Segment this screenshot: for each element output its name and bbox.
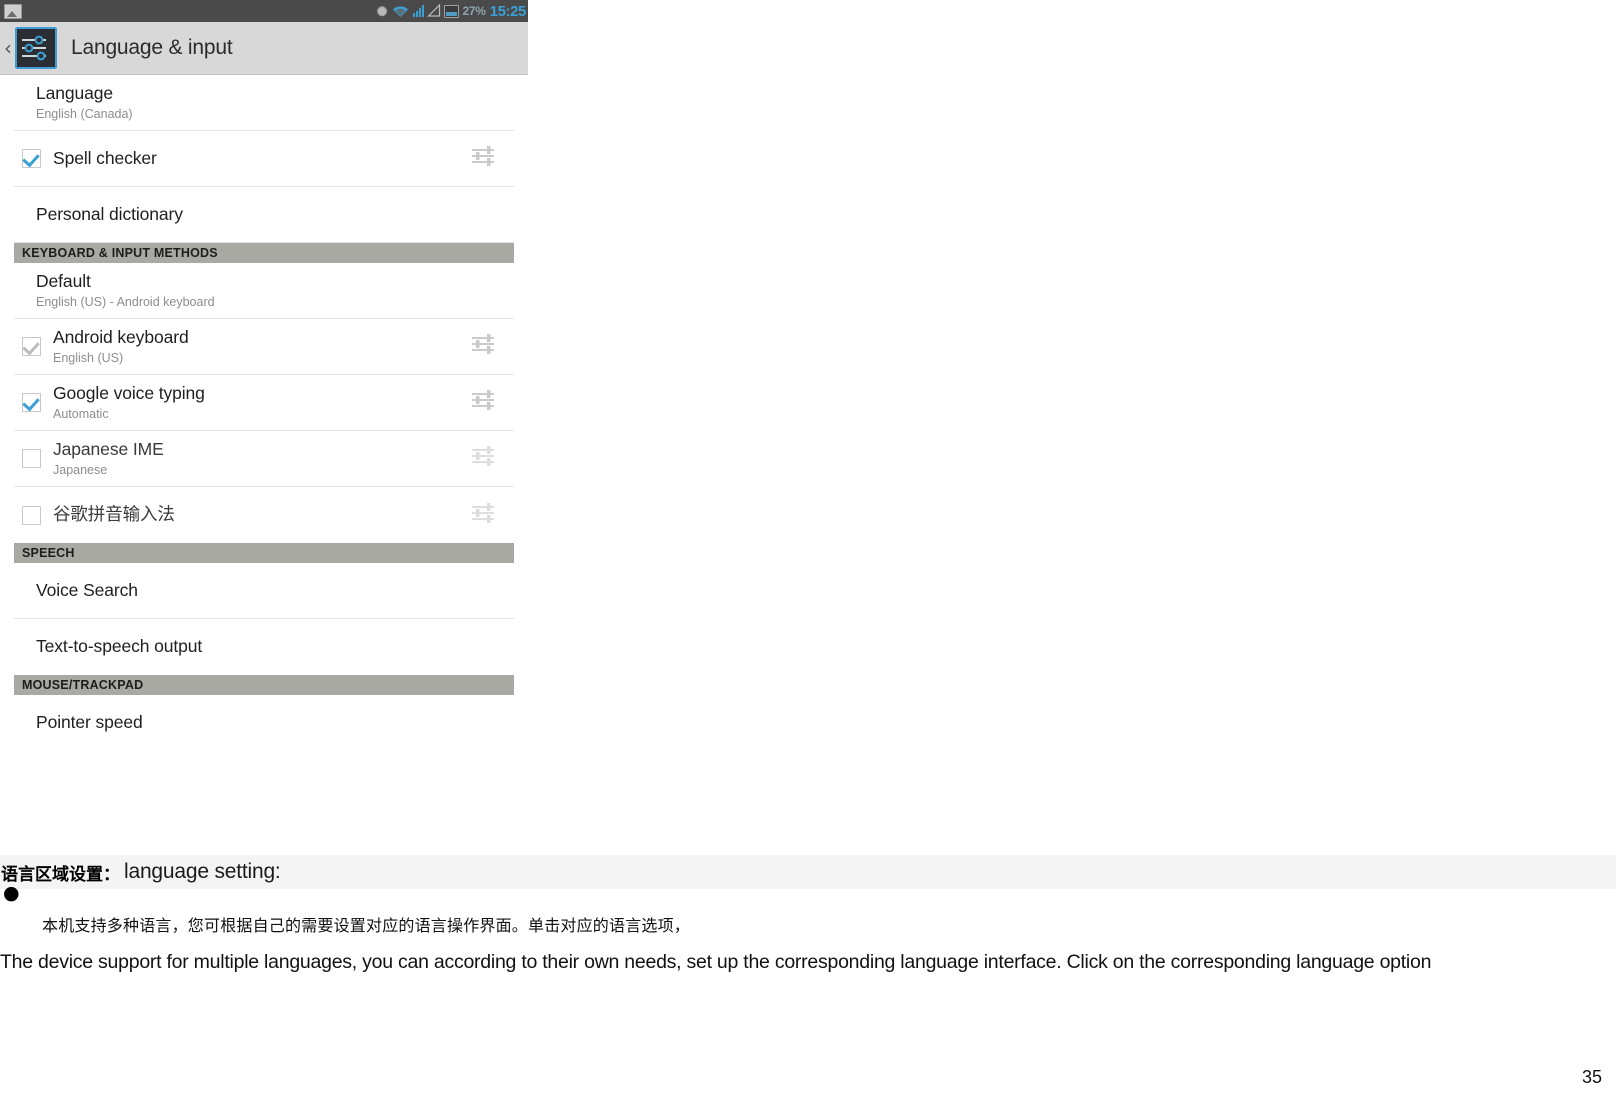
settings-row-android-keyboard[interactable]: Android keyboard English (US) [14, 319, 514, 375]
row-primary-label: Spell checker [53, 147, 157, 168]
row-secondary-label: English (Canada) [36, 106, 133, 121]
settings-sliders-icon [15, 27, 57, 69]
settings-row-personal-dictionary[interactable]: Personal dictionary [14, 187, 514, 243]
photo-icon [4, 3, 22, 19]
google-voice-typing-settings-icon[interactable] [470, 388, 498, 417]
status-bar-right: ✺ 27% 15:25 [376, 2, 527, 20]
settings-row-text-to-speech-output[interactable]: Text-to-speech output [14, 619, 514, 675]
row-secondary-label: Japanese [53, 462, 108, 477]
bluetooth-icon: ✺ [376, 3, 388, 19]
row-secondary-label: Automatic [53, 406, 109, 421]
row-labels: Pointer speed [14, 712, 514, 734]
row-primary-label: Personal dictionary [36, 203, 183, 224]
row-primary-label: Android keyboard [53, 326, 189, 347]
bullet-marker: ● [3, 882, 20, 904]
row-primary-label: 谷歌拼音输入法 [53, 504, 175, 525]
settings-row-spell-checker[interactable]: Spell checker [14, 131, 514, 187]
settings-row-default-keyboard[interactable]: Default English (US) - Android keyboard [14, 263, 514, 319]
document-body-chinese: 本机支持多种语言，您可根据自己的需要设置对应的语言操作界面。单击对应的语言选项， [42, 916, 691, 935]
action-bar: ‹ Language & input [0, 22, 528, 75]
cellular-signal-icon [412, 5, 424, 17]
row-primary-label: Japanese IME [53, 438, 164, 459]
settings-list: Language English (Canada) Spell checker [0, 75, 528, 751]
row-labels: Text-to-speech output [14, 636, 514, 658]
section-header-mouse-trackpad: MOUSE/TRACKPAD [14, 675, 514, 695]
row-primary-label: Default [36, 270, 91, 291]
android-keyboard-settings-icon[interactable] [470, 332, 498, 361]
google-pinyin-ime-checkbox[interactable] [22, 505, 41, 525]
section-header-speech: SPEECH [14, 543, 514, 563]
google-pinyin-ime-settings-icon[interactable] [470, 501, 498, 530]
row-primary-label: Voice Search [36, 579, 138, 600]
japanese-ime-checkbox[interactable] [22, 449, 41, 468]
google-voice-typing-checkbox[interactable] [22, 393, 41, 412]
row-primary-label: Language [36, 82, 114, 103]
row-secondary-label: English (US) [53, 350, 124, 365]
page-number: 35 [1581, 1067, 1602, 1087]
row-labels: Google voice typing Automatic [53, 383, 470, 422]
row-labels: Voice Search [14, 580, 514, 602]
row-labels: Default English (US) - Android keyboard [14, 271, 514, 310]
settings-row-japanese-ime[interactable]: Japanese IME Japanese [14, 431, 514, 487]
battery-percent-label: 27% [462, 4, 486, 18]
spell-checker-checkbox[interactable] [22, 149, 41, 168]
document-heading-chinese: 语言区域设置： [1, 864, 120, 885]
settings-row-google-pinyin-ime[interactable]: 谷歌拼音输入法 [14, 487, 514, 543]
row-primary-label: Text-to-speech output [36, 636, 203, 657]
row-labels: Language English (Canada) [14, 83, 514, 122]
japanese-ime-settings-icon[interactable] [470, 444, 498, 473]
row-labels: Japanese IME Japanese [53, 439, 470, 478]
document-heading: 语言区域设置： language setting: [0, 855, 1616, 889]
settings-row-pointer-speed[interactable]: Pointer speed [14, 695, 514, 751]
row-secondary-label: English (US) - Android keyboard [36, 294, 215, 309]
wifi-icon [392, 5, 409, 18]
spell-checker-settings-icon[interactable] [470, 144, 498, 173]
document-heading-english: language setting: [124, 860, 281, 883]
settings-row-google-voice-typing[interactable]: Google voice typing Automatic [14, 375, 514, 431]
settings-row-language[interactable]: Language English (Canada) [14, 75, 514, 131]
row-labels: Spell checker [53, 148, 470, 170]
document-body-english: The device support for multiple language… [0, 951, 1432, 973]
battery-icon [443, 4, 459, 18]
section-header-keyboard: KEYBOARD & INPUT METHODS [14, 243, 514, 263]
status-bar-left [4, 3, 377, 19]
row-labels: 谷歌拼音输入法 [53, 504, 470, 526]
status-bar: ✺ 27% 15:25 [0, 0, 528, 22]
triangle-warning-icon [426, 4, 440, 17]
row-labels: Personal dictionary [14, 204, 514, 226]
page-title: Language & input [71, 36, 233, 59]
clock-label: 15:25 [489, 2, 527, 20]
android-keyboard-checkbox[interactable] [22, 337, 41, 356]
settings-row-voice-search[interactable]: Voice Search [14, 563, 514, 619]
row-primary-label: Google voice typing [53, 382, 205, 403]
android-settings-screenshot: ✺ 27% 15:25 ‹ Language & input Language … [0, 0, 528, 800]
row-labels: Android keyboard English (US) [53, 327, 470, 366]
row-primary-label: Pointer speed [36, 712, 143, 733]
back-chevron-icon[interactable]: ‹ [1, 38, 15, 58]
